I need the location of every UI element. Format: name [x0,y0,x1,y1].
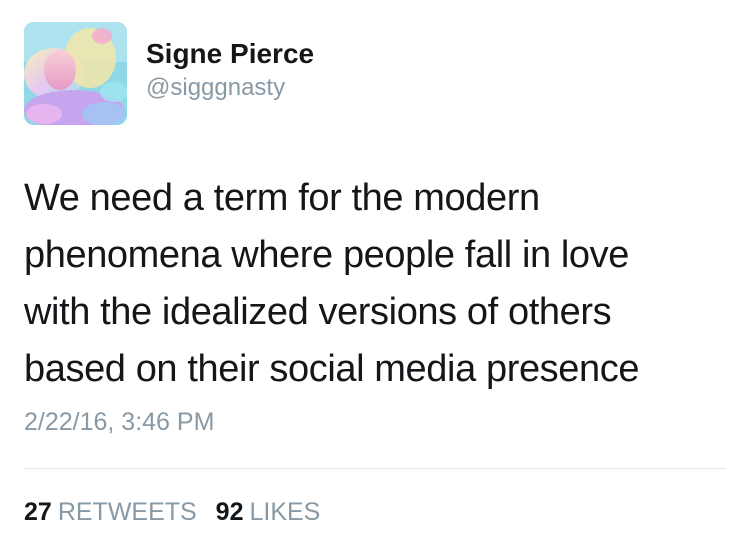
tweet-text-line: based on their social media presence [24,348,640,390]
tweet-text-line: with the idealized versions of others [24,291,612,333]
likes-stat[interactable]: 92 LIKES [216,498,333,526]
tweet-text: We need a term for the modern phenomena … [24,170,724,398]
tweet-timestamp[interactable]: 2/22/16, 3:46 PM [24,408,214,437]
tweet-text-line: phenomena where people fall in love [24,234,629,276]
retweets-stat[interactable]: 27 RETWEETS [24,498,216,526]
divider [24,468,726,469]
tweet-stats: 27 RETWEETS 92 LIKES [24,498,332,527]
retweets-label: RETWEETS [57,498,197,526]
likes-count: 92 [215,498,244,526]
author-handle[interactable]: @sigggnasty [146,74,285,102]
retweets-count: 27 [24,498,52,526]
author-name[interactable]: Signe Pierce [146,38,314,70]
avatar[interactable] [24,22,127,125]
tweet-text-line: We need a term for the modern [24,177,540,219]
likes-label: LIKES [249,498,321,526]
avatar-image [24,22,127,125]
